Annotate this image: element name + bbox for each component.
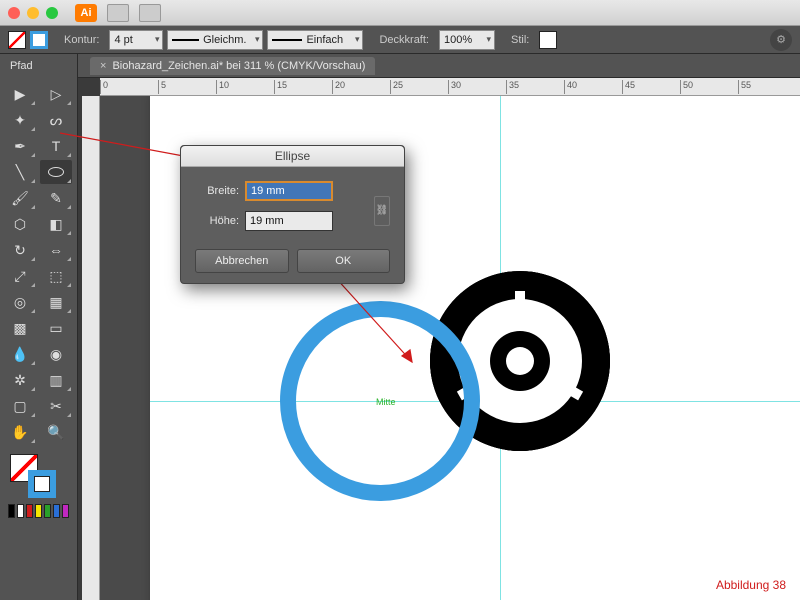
opacity-dropdown[interactable]: 100% (439, 30, 495, 50)
pencil-tool[interactable]: ✎ (40, 186, 72, 210)
color-swatch[interactable] (62, 504, 69, 518)
shape-builder-tool[interactable]: ◎ (4, 290, 36, 314)
selection-type-label: Pfad (0, 54, 77, 78)
brush-dropdown[interactable]: Einfach (267, 30, 363, 50)
rotate-tool[interactable]: ↻ (4, 238, 36, 262)
magic-wand-tool[interactable]: ✦ (4, 108, 36, 132)
ruler-tick: 0 (100, 80, 108, 94)
annotation-arrow-ok (330, 272, 430, 372)
swatch-row (0, 500, 77, 522)
stroke-swatch[interactable] (30, 31, 48, 49)
ruler-tick: 20 (332, 80, 345, 94)
bridge-button[interactable] (107, 4, 129, 22)
stroke-color-icon[interactable] (28, 470, 56, 498)
cancel-button[interactable]: Abbrechen (195, 249, 289, 273)
ruler-vertical[interactable] (82, 96, 100, 600)
free-transform-tool[interactable]: ⬚ (40, 264, 72, 288)
center-snap-label: Mitte (376, 397, 396, 407)
blend-tool[interactable]: ◉ (40, 342, 72, 366)
ruler-tick: 25 (390, 80, 403, 94)
stroke-weight-dropdown[interactable]: 4 pt (109, 30, 163, 50)
opacity-label: Deckkraft: (379, 34, 429, 46)
reflect-tool[interactable]: ⇔ (40, 238, 72, 262)
document-tab-bar: ×Biohazard_Zeichen.ai* bei 311 % (CMYK/V… (0, 54, 800, 78)
pen-tool[interactable]: ✒ (4, 134, 36, 158)
ruler-tick: 5 (158, 80, 166, 94)
line-tool[interactable]: ╲ (4, 160, 36, 184)
close-tab-icon[interactable]: × (100, 60, 106, 72)
close-icon[interactable] (8, 7, 20, 19)
gear-icon[interactable]: ⚙ (770, 29, 792, 51)
stroke-dash-dropdown[interactable]: Gleichm. (167, 30, 263, 50)
figure-caption: Abbildung 38 (716, 578, 786, 592)
height-input[interactable] (245, 211, 333, 231)
fill-stroke-control[interactable] (0, 454, 77, 500)
style-swatch[interactable] (539, 31, 557, 49)
eraser-tool[interactable]: ◧ (40, 212, 72, 236)
symbol-sprayer-tool[interactable]: ✲ (4, 368, 36, 392)
slice-tool[interactable]: ✂ (40, 394, 72, 418)
color-swatch[interactable] (53, 504, 60, 518)
ok-button[interactable]: OK (297, 249, 391, 273)
window-titlebar: Ai (0, 0, 800, 26)
color-swatch[interactable] (44, 504, 51, 518)
hand-tool[interactable]: ✋ (4, 420, 36, 444)
ruler-tick: 55 (738, 80, 751, 94)
link-dimensions-icon[interactable]: ⛓ (374, 196, 390, 226)
ruler-tick: 35 (506, 80, 519, 94)
document-tab[interactable]: ×Biohazard_Zeichen.ai* bei 311 % (CMYK/V… (90, 57, 375, 75)
width-input[interactable] (245, 181, 333, 201)
ruler-tick: 40 (564, 80, 577, 94)
selection-tool[interactable]: ▶ (4, 82, 36, 106)
ruler-tick: 10 (216, 80, 229, 94)
eyedropper-tool[interactable]: 💧 (4, 342, 36, 366)
paintbrush-tool[interactable]: 🖌 (4, 186, 36, 210)
scale-tool[interactable]: ⤢ (4, 264, 36, 288)
height-label: Höhe: (195, 215, 239, 227)
ruler-tick: 50 (680, 80, 693, 94)
app-icon: Ai (75, 4, 97, 22)
width-label: Breite: (195, 185, 239, 197)
color-swatch[interactable] (26, 504, 33, 518)
perspective-tool[interactable]: ▦ (40, 290, 72, 314)
style-label: Stil: (511, 34, 529, 46)
mesh-tool[interactable]: ▩ (4, 316, 36, 340)
ruler-tick: 15 (274, 80, 287, 94)
ellipse-dialog: Ellipse Breite: Höhe: ⛓ Abbrechen OK (180, 145, 405, 284)
ruler-tick: 45 (622, 80, 635, 94)
stroke-label: Kontur: (64, 34, 99, 46)
zoom-tool[interactable]: 🔍 (40, 420, 72, 444)
column-graph-tool[interactable]: ▥ (40, 368, 72, 392)
ruler-horizontal[interactable]: 0 5 10 15 20 25 30 35 40 45 50 55 (100, 78, 800, 96)
dialog-title: Ellipse (181, 146, 404, 167)
artboard-tool[interactable]: ▢ (4, 394, 36, 418)
fill-swatch[interactable] (8, 31, 26, 49)
direct-selection-tool[interactable]: ▷ (40, 82, 72, 106)
minimize-icon[interactable] (27, 7, 39, 19)
color-swatch[interactable] (35, 504, 42, 518)
color-swatch[interactable] (17, 504, 24, 518)
arrange-button[interactable] (139, 4, 161, 22)
gradient-tool[interactable]: ▭ (40, 316, 72, 340)
color-swatch[interactable] (8, 504, 15, 518)
ruler-tick: 30 (448, 80, 461, 94)
blob-brush-tool[interactable]: ⬡ (4, 212, 36, 236)
zoom-icon[interactable] (46, 7, 58, 19)
control-panel: Kontur: 4 pt Gleichm. Einfach Deckkraft:… (0, 26, 800, 54)
